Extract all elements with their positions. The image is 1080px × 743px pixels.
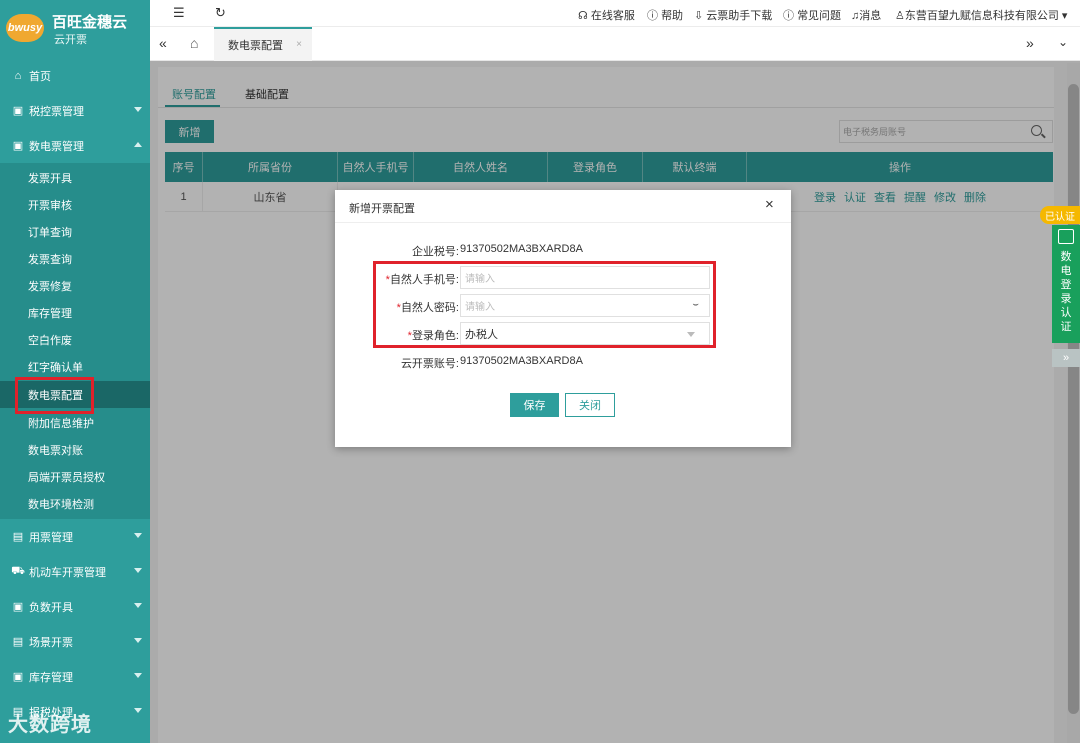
sidebar-item-ticket[interactable]: ▤ 用票管理 bbox=[0, 519, 150, 554]
link-label: 云票助手下载 bbox=[706, 10, 773, 22]
sidebar-item-scene[interactable]: ▤ 场景开票 bbox=[0, 624, 150, 659]
save-button[interactable]: 保存 bbox=[510, 393, 559, 417]
verify-panel-label: 数电登录认证 bbox=[1060, 251, 1072, 333]
sidebar-subitem[interactable]: 开票审核 bbox=[0, 191, 150, 218]
refresh-icon[interactable]: ↻ bbox=[215, 5, 226, 21]
sidebar-item-label: 负数开具 bbox=[29, 601, 73, 614]
home-icon: ⌂ bbox=[14, 69, 22, 82]
account-value: 91370502MA3BXARD8A bbox=[460, 355, 583, 367]
top-bar: ☰ ↻ ☊ 在线客服 ⓘ 帮助 ⇩ 云票助手下载 ⓘ 常见问题 ♫消息 ♙东营百… bbox=[150, 0, 1080, 27]
chevron-down-icon bbox=[134, 638, 142, 643]
sidebar-item-label: 库存管理 bbox=[29, 671, 73, 684]
chevron-down-icon bbox=[134, 673, 142, 678]
question-icon: ⓘ bbox=[647, 10, 658, 22]
headset-icon: ☊ bbox=[578, 10, 588, 22]
account-label: 云开票账号: bbox=[400, 358, 459, 370]
help-link[interactable]: ⓘ 帮助 bbox=[647, 7, 683, 23]
submenu: 发票开具 开票审核 订单查询 发票查询 发票修复 库存管理 空白作废 红字确认单… bbox=[0, 163, 150, 519]
link-label: 东营百望九赋信息科技有限公司 bbox=[904, 10, 1059, 22]
link-label: 常见问题 bbox=[797, 10, 842, 22]
link-label: 帮助 bbox=[661, 10, 684, 22]
chevron-down-icon bbox=[134, 708, 142, 713]
expand-panel-button[interactable]: » bbox=[1052, 349, 1080, 367]
sidebar-item-vehicle[interactable]: ⛟ 机动车开票管理 bbox=[0, 554, 150, 589]
brand-logo[interactable]: bwusy 百旺金穗云 云开票 bbox=[0, 0, 150, 58]
id-card-icon bbox=[1058, 229, 1074, 244]
sidebar-item-digital-invoice[interactable]: ▣ 数电票管理 bbox=[0, 128, 150, 163]
highlight-box-menu bbox=[15, 377, 94, 414]
sidebar-subitem[interactable]: 发票开具 bbox=[0, 164, 150, 191]
negative-icon: ▣ bbox=[12, 601, 24, 613]
sidebar-subitem[interactable]: 数电环境检测 bbox=[0, 490, 150, 517]
watermark: 大数跨境 bbox=[8, 714, 92, 736]
tax-id-label: 企业税号: bbox=[411, 246, 459, 258]
chevron-down-icon bbox=[134, 107, 142, 112]
company-menu[interactable]: ♙东营百望九赋信息科技有限公司 ▾ bbox=[895, 7, 1067, 23]
sidebar-item-label: 用票管理 bbox=[29, 531, 73, 544]
scene-icon: ▤ bbox=[12, 636, 24, 648]
tab-label: 数电票配置 bbox=[228, 40, 283, 52]
brand-title: 百旺金穗云 bbox=[52, 14, 128, 31]
sidebar-item-negative[interactable]: ▣ 负数开具 bbox=[0, 589, 150, 624]
tabs-scroll-right-icon[interactable]: » bbox=[1026, 35, 1034, 51]
chevron-down-icon[interactable]: ⌄ bbox=[1058, 35, 1068, 49]
highlight-box-fields bbox=[373, 261, 716, 348]
link-label: 消息 bbox=[859, 10, 882, 22]
sidebar-subitem[interactable]: 红字确认单 bbox=[0, 353, 150, 380]
sidebar-subitem[interactable]: 订单查询 bbox=[0, 218, 150, 245]
sidebar-subitem[interactable]: 发票查询 bbox=[0, 245, 150, 272]
question-icon: ⓘ bbox=[783, 10, 794, 22]
tabs-scroll-left-icon[interactable]: « bbox=[159, 35, 167, 51]
sidebar-item-label: 场景开票 bbox=[29, 636, 73, 649]
link-label: 在线客服 bbox=[590, 10, 635, 22]
chevron-down-icon bbox=[134, 603, 142, 608]
verified-badge: 已认证 bbox=[1040, 206, 1080, 224]
dialog-title: 新增开票配置 bbox=[349, 203, 415, 215]
online-service-link[interactable]: ☊ 在线客服 bbox=[578, 7, 635, 23]
invoice-icon: ▣ bbox=[12, 140, 24, 152]
cancel-button[interactable]: 关闭 bbox=[565, 393, 615, 417]
sidebar-subitem[interactable]: 数电票对账 bbox=[0, 436, 150, 463]
messages-link[interactable]: ♫消息 bbox=[851, 7, 881, 23]
sidebar-item-stock[interactable]: ▣ 库存管理 bbox=[0, 659, 150, 694]
home-tab-icon[interactable]: ⌂ bbox=[190, 35, 198, 51]
download-link[interactable]: ⇩ 云票助手下载 bbox=[694, 7, 772, 23]
bell-icon: ♫ bbox=[851, 10, 860, 22]
chevron-up-icon bbox=[134, 142, 142, 147]
digital-login-verify-panel[interactable]: 数电登录认证 bbox=[1052, 225, 1080, 343]
brand-subtitle: 云开票 bbox=[54, 34, 87, 46]
sidebar-item-label: 数电票管理 bbox=[29, 140, 84, 153]
chevron-down-icon bbox=[134, 568, 142, 573]
sidebar-item-home[interactable]: ⌂ 首页 bbox=[0, 58, 150, 93]
sidebar-item-tax-control[interactable]: ▣ 税控票管理 bbox=[0, 93, 150, 128]
ticket-icon: ▤ bbox=[12, 531, 24, 543]
download-icon: ⇩ bbox=[694, 10, 704, 22]
car-icon: ⛟ bbox=[11, 564, 25, 577]
close-icon[interactable]: × bbox=[765, 196, 774, 213]
tax-icon: ▣ bbox=[12, 105, 24, 117]
sidebar-subitem[interactable]: 局端开票员授权 bbox=[0, 463, 150, 490]
stock-icon: ▣ bbox=[12, 671, 24, 683]
faq-link[interactable]: ⓘ 常见问题 bbox=[783, 7, 841, 23]
close-icon[interactable]: × bbox=[296, 39, 302, 50]
sidebar-subitem[interactable]: 发票修复 bbox=[0, 272, 150, 299]
tab-bar: « ⌂ 数电票配置 × » ⌄ bbox=[150, 27, 1080, 61]
sidebar: bwusy 百旺金穗云 云开票 ⌂ 首页 ▣ 税控票管理 ▣ 数电票管理 发票开… bbox=[0, 0, 150, 743]
chevron-down-icon bbox=[134, 533, 142, 538]
sidebar-subitem[interactable]: 空白作废 bbox=[0, 326, 150, 353]
dialog-header: 新增开票配置 × bbox=[335, 190, 791, 223]
sidebar-item-label: 税控票管理 bbox=[29, 105, 84, 118]
tax-id-value: 91370502MA3BXARD8A bbox=[460, 243, 583, 255]
logo-badge: bwusy bbox=[6, 14, 44, 42]
tab-digital-invoice-config[interactable]: 数电票配置 × bbox=[214, 27, 312, 61]
menu-toggle-icon[interactable]: ☰ bbox=[173, 5, 185, 21]
sidebar-subitem[interactable]: 库存管理 bbox=[0, 299, 150, 326]
sidebar-item-label: 机动车开票管理 bbox=[29, 566, 106, 579]
sidebar-item-label: 首页 bbox=[29, 70, 51, 83]
user-icon: ♙ bbox=[895, 10, 905, 22]
